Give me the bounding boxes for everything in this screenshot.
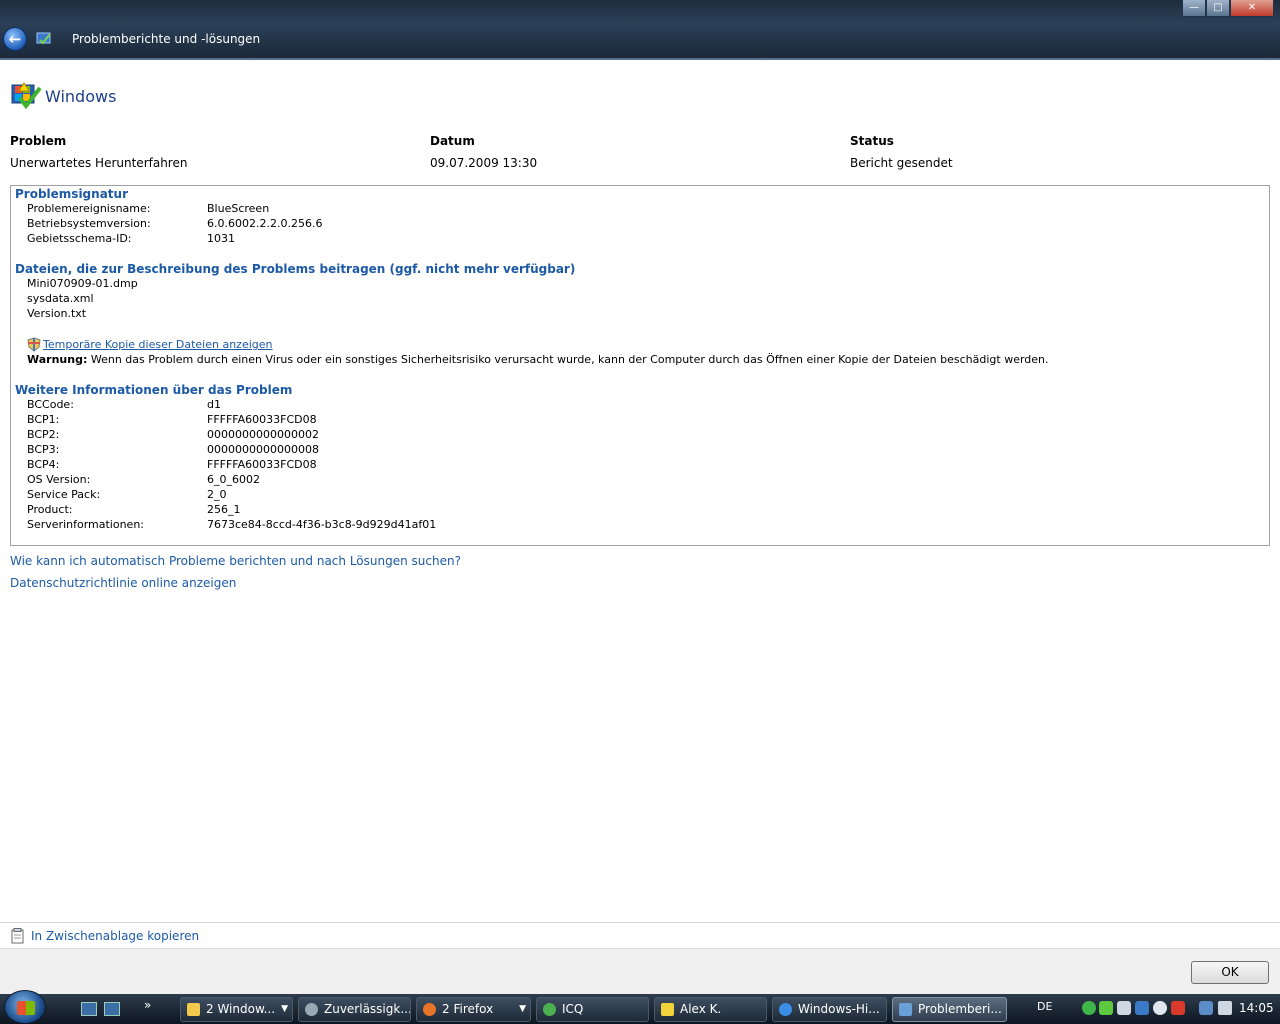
- date-header: Datum: [430, 134, 475, 148]
- date-value: 09.07.2009 13:30: [430, 156, 538, 170]
- problem-value: Unerwartetes Herunterfahren: [10, 156, 188, 170]
- tray-antivirus-icon[interactable]: [1171, 1001, 1185, 1015]
- signature-value: 1031: [207, 232, 235, 245]
- taskbar-item-label: 2 Window...: [206, 1002, 276, 1016]
- info-label: Serverinformationen:: [27, 518, 145, 531]
- taskbar-clock[interactable]: 14:05: [1239, 1001, 1274, 1015]
- window-title: Problemberichte und -lösungen: [72, 32, 261, 46]
- volume-icon[interactable]: [1218, 1001, 1232, 1015]
- info-value: FFFFFA60033FCD08: [207, 413, 317, 426]
- file-item: sysdata.xml: [27, 292, 94, 305]
- info-value: 256_1: [207, 503, 241, 516]
- footer-separator: [0, 922, 1280, 923]
- warning-text: Warnung: Wenn das Problem durch einen Vi…: [27, 353, 1049, 366]
- ok-button[interactable]: OK: [1191, 961, 1269, 984]
- status-value: Bericht gesendet: [850, 156, 953, 170]
- problem-header: Problem: [10, 134, 67, 148]
- signature-label: Problemereignisname:: [27, 202, 151, 215]
- info-label: OS Version:: [27, 473, 91, 486]
- taskbar-item[interactable]: Alex K.: [654, 997, 767, 1022]
- tray-network-icon[interactable]: [1135, 1001, 1149, 1015]
- info-label: BCP3:: [27, 443, 60, 456]
- switch-windows-icon[interactable]: [104, 1002, 120, 1016]
- info-label: BCP2:: [27, 428, 60, 441]
- quicklaunch-more-button[interactable]: »: [144, 998, 151, 1012]
- taskbar-item[interactable]: 2 Firefox ▼: [416, 997, 531, 1022]
- warning-label: Warnung:: [27, 353, 88, 366]
- minimize-button[interactable]: —: [1182, 0, 1206, 17]
- info-value: d1: [207, 398, 221, 411]
- info-value: 2_0: [207, 488, 227, 501]
- publisher-name: Windows: [45, 87, 117, 106]
- signature-label: Gebietsschema-ID:: [27, 232, 132, 245]
- info-value: 6_0_6002: [207, 473, 260, 486]
- taskbar-item[interactable]: Zuverlässigk...: [298, 997, 411, 1022]
- more-info-title: Weitere Informationen über das Problem: [15, 383, 293, 397]
- taskbar-item-label: ICQ: [562, 1002, 584, 1016]
- windows-flag-icon: [17, 1001, 35, 1015]
- help-icon: [779, 1003, 792, 1016]
- tray-display-icon[interactable]: [1199, 1001, 1213, 1015]
- title-bar: ← Problemberichte und -lösungen — □ ✕: [0, 0, 1280, 60]
- folder-icon: [187, 1003, 200, 1016]
- button-bar: OK: [0, 948, 1280, 996]
- taskbar-item-active[interactable]: Problemberi...: [892, 997, 1007, 1022]
- taskbar-item-label: 2 Firefox: [442, 1002, 494, 1016]
- warning-message: Wenn das Problem durch einen Virus oder …: [87, 353, 1049, 366]
- problem-reports-app-icon: [36, 32, 51, 45]
- taskbar-item-label: Zuverlässigk...: [324, 1002, 411, 1016]
- info-label: BCP1:: [27, 413, 60, 426]
- signature-label: Betriebsystemversion:: [27, 217, 151, 230]
- details-box: Problemsignatur Problemereignisname: Blu…: [10, 185, 1270, 546]
- title-separator: [0, 58, 1280, 60]
- info-value: 0000000000000008: [207, 443, 319, 456]
- tray-icq-icon[interactable]: [1099, 1001, 1113, 1015]
- signature-value: BlueScreen: [207, 202, 270, 215]
- info-value: FFFFFA60033FCD08: [207, 458, 317, 471]
- start-button[interactable]: [4, 990, 46, 1024]
- temp-copy-link[interactable]: Temporäre Kopie dieser Dateien anzeigen: [43, 338, 273, 351]
- info-value: 0000000000000002: [207, 428, 319, 441]
- taskbar-item-label: Windows-Hi...: [798, 1002, 880, 1016]
- file-item: Mini070909-01.dmp: [27, 277, 138, 290]
- tray-steam-icon[interactable]: [1117, 1001, 1131, 1015]
- signature-value: 6.0.6002.2.2.0.256.6: [207, 217, 323, 230]
- taskbar-item-label: Alex K.: [680, 1002, 722, 1016]
- chevron-down-icon: ▼: [519, 1004, 526, 1014]
- taskbar-item[interactable]: Windows-Hi...: [772, 997, 887, 1022]
- chevron-down-icon: ▼: [281, 1004, 288, 1014]
- gear-icon: [305, 1003, 318, 1016]
- tray-clock-icon[interactable]: [1153, 1001, 1167, 1015]
- info-label: BCP4:: [27, 458, 60, 471]
- copy-to-clipboard-link[interactable]: In Zwischenablage kopieren: [31, 929, 199, 943]
- auto-report-link[interactable]: Wie kann ich automatisch Probleme berich…: [10, 554, 461, 568]
- taskbar-item[interactable]: ICQ: [536, 997, 649, 1022]
- info-label: Product:: [27, 503, 73, 516]
- maximize-button[interactable]: □: [1206, 0, 1230, 17]
- show-desktop-icon[interactable]: [81, 1002, 97, 1016]
- taskbar-item[interactable]: 2 Window... ▼: [180, 997, 293, 1022]
- files-title: Dateien, die zur Beschreibung des Proble…: [15, 262, 576, 276]
- back-arrow-icon[interactable]: ←: [3, 27, 27, 51]
- windows-logo-icon: [11, 82, 42, 110]
- status-header: Status: [850, 134, 894, 148]
- taskbar-item-label: Problemberi...: [918, 1002, 1002, 1016]
- close-button[interactable]: ✕: [1230, 0, 1274, 17]
- signature-title: Problemsignatur: [15, 187, 128, 201]
- file-item: Version.txt: [27, 307, 87, 320]
- taskbar: » 2 Window... ▼ Zuverlässigk... 2 Firefo…: [0, 990, 1280, 1024]
- problem-reports-icon: [899, 1003, 912, 1016]
- clipboard-icon[interactable]: [11, 928, 25, 944]
- info-label: Service Pack:: [27, 488, 101, 501]
- language-indicator[interactable]: DE: [1037, 1000, 1052, 1013]
- contact-folder-icon: [661, 1003, 674, 1016]
- icq-flower-icon: [543, 1003, 556, 1016]
- tray-check-icon[interactable]: [1082, 1001, 1096, 1015]
- info-value: 7673ce84-8ccd-4f36-b3c8-9d929d41af01: [207, 518, 437, 531]
- security-shield-icon: [27, 337, 41, 352]
- privacy-link[interactable]: Datenschutzrichtlinie online anzeigen: [10, 576, 236, 590]
- firefox-icon: [423, 1003, 436, 1016]
- info-label: BCCode:: [27, 398, 74, 411]
